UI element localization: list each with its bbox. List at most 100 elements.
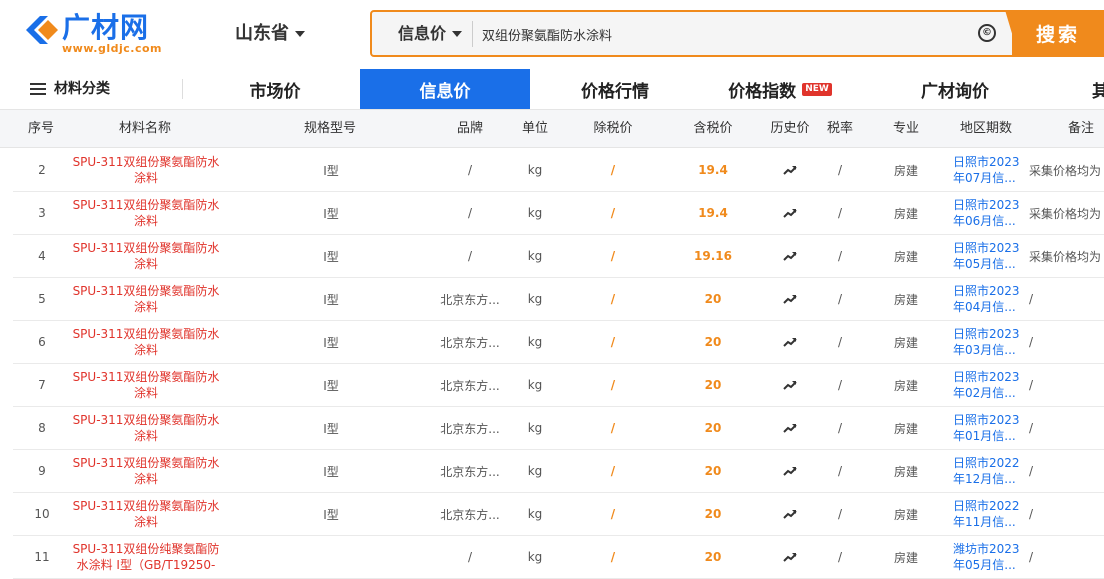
cell-history[interactable]	[762, 493, 818, 535]
col-header-note: 备注	[1068, 121, 1095, 136]
chevron-down-icon	[295, 31, 305, 37]
cell-note: /	[1029, 464, 1034, 478]
table-row: 8 SPU-311双组份聚氨酯防水涂料 Ⅰ型 北京东方... kg / 20 /…	[13, 407, 1104, 450]
tab-price-trend[interactable]: 价格行情	[545, 69, 685, 109]
cell-period-link[interactable]: 潍坊市2023年05月信...	[953, 536, 1025, 578]
cell-history[interactable]	[762, 407, 818, 449]
trend-up-icon[interactable]	[783, 423, 797, 433]
cell-history[interactable]	[762, 536, 818, 578]
cell-period-link[interactable]: 日照市2023年07月信...	[953, 149, 1025, 191]
cell-pre-tax: /	[610, 421, 616, 435]
trend-up-icon[interactable]	[783, 380, 797, 390]
cell-pre-tax: /	[610, 507, 616, 521]
main-nav: 材料分类 市场价 信息价 价格行情 价格指数 NEW 广材询价 其	[0, 69, 1104, 109]
cell-name-link[interactable]: SPU-311双组份聚氨酯防水涂料	[68, 407, 224, 449]
search-input[interactable]	[482, 18, 952, 50]
menu-icon	[30, 83, 46, 95]
cell-name-link[interactable]: SPU-311双组份聚氨酯防水涂料	[68, 192, 224, 234]
cell-history[interactable]	[762, 192, 818, 234]
tab-price-index[interactable]: 价格指数 NEW	[700, 69, 860, 109]
cell-spec: Ⅰ型	[323, 335, 339, 350]
cell-pre-tax: /	[610, 292, 616, 306]
table-row: 11 SPU-311双组份纯聚氨酯防水涂料 Ⅰ型（GB/T19250- / kg…	[13, 536, 1104, 579]
cell-name-link[interactable]: SPU-311双组份纯聚氨酯防水涂料 Ⅰ型（GB/T19250-	[68, 536, 224, 578]
cell-history[interactable]	[762, 450, 818, 492]
cell-brand: 北京东方...	[440, 507, 500, 522]
cell-spec: Ⅰ型	[323, 206, 339, 221]
cell-period-link[interactable]: 日照市2023年02月信...	[953, 364, 1025, 406]
table-header: 序号 材料名称 规格型号 品牌 单位 除税价 含税价 历史价 税率 专业 地区期…	[0, 109, 1104, 148]
cell-spec: Ⅰ型	[323, 464, 339, 479]
material-category-menu[interactable]: 材料分类	[30, 79, 110, 99]
col-header-spec: 规格型号	[303, 121, 356, 136]
cell-period-link[interactable]: 日照市2023年05月信...	[953, 235, 1025, 277]
cell-history[interactable]	[762, 235, 818, 277]
cell-history[interactable]	[762, 364, 818, 406]
cell-major: 房建	[893, 378, 918, 393]
tab-label: 信息价	[419, 81, 471, 102]
tab-other[interactable]: 其	[1080, 69, 1104, 109]
cell-no: 6	[38, 335, 46, 349]
cell-note: 采集价格均为	[1029, 163, 1102, 178]
chevron-down-icon	[452, 31, 463, 37]
trend-up-icon[interactable]	[783, 552, 797, 562]
cell-name-link[interactable]: SPU-311双组份聚氨酯防水涂料	[68, 278, 224, 320]
cell-price: 20	[704, 378, 722, 392]
trend-up-icon[interactable]	[783, 337, 797, 347]
cell-name-link[interactable]: SPU-311双组份聚氨酯防水涂料	[68, 364, 224, 406]
trend-up-icon[interactable]	[783, 251, 797, 261]
cell-note: 采集价格均为	[1029, 206, 1102, 221]
cell-pre-tax: /	[610, 378, 616, 392]
table-row: 4 SPU-311双组份聚氨酯防水涂料 Ⅰ型 / kg / 19.16 / 房建…	[13, 235, 1104, 278]
table-row: 7 SPU-311双组份聚氨酯防水涂料 Ⅰ型 北京东方... kg / 20 /…	[13, 364, 1104, 407]
cell-unit: kg	[527, 378, 543, 392]
logo[interactable]: 广材网 www.gldjc.com	[22, 10, 162, 58]
header: 广材网 www.gldjc.com 山东省 信息价 © 搜索	[0, 0, 1104, 68]
col-header-tax: 税率	[826, 121, 853, 136]
tab-market-price[interactable]: 市场价	[205, 69, 345, 109]
cell-name-link[interactable]: SPU-311双组份聚氨酯防水涂料	[68, 493, 224, 535]
cell-name-link[interactable]: SPU-311双组份聚氨酯防水涂料	[68, 149, 224, 191]
cell-pre-tax: /	[610, 464, 616, 478]
cell-period-link[interactable]: 日照市2023年01月信...	[953, 407, 1025, 449]
cell-note: /	[1029, 292, 1034, 306]
cell-unit: kg	[527, 249, 543, 263]
cell-tax: /	[837, 378, 843, 392]
trend-up-icon[interactable]	[783, 509, 797, 519]
cell-history[interactable]	[762, 321, 818, 363]
cell-price: 20	[704, 507, 722, 521]
cell-period-link[interactable]: 日照市2022年11月信...	[953, 493, 1025, 535]
search-type-selector[interactable]: 信息价	[398, 24, 463, 44]
cell-period-link[interactable]: 日照市2023年04月信...	[953, 278, 1025, 320]
trend-up-icon[interactable]	[783, 466, 797, 476]
search-button[interactable]: 搜索	[1012, 10, 1104, 57]
cell-history[interactable]	[762, 278, 818, 320]
cell-spec: Ⅰ型	[323, 163, 339, 178]
cell-history[interactable]	[762, 149, 818, 191]
tab-inquiry[interactable]: 广材询价	[880, 69, 1030, 109]
cell-name-link[interactable]: SPU-311双组份聚氨酯防水涂料	[68, 321, 224, 363]
cell-major: 房建	[893, 507, 918, 522]
cell-period-link[interactable]: 日照市2023年03月信...	[953, 321, 1025, 363]
col-header-unit: 单位	[521, 121, 548, 136]
trend-up-icon[interactable]	[783, 208, 797, 218]
cell-period-link[interactable]: 日照市2022年12月信...	[953, 450, 1025, 492]
table-row: 9 SPU-311双组份聚氨酯防水涂料 Ⅰ型 北京东方... kg / 20 /…	[13, 450, 1104, 493]
cell-note: /	[1029, 421, 1034, 435]
tab-info-price[interactable]: 信息价	[360, 69, 530, 109]
cell-name-link[interactable]: SPU-311双组份聚氨酯防水涂料	[68, 235, 224, 277]
cell-tax: /	[837, 335, 843, 349]
col-header-no: 序号	[27, 121, 54, 136]
cell-major: 房建	[893, 249, 918, 264]
trend-up-icon[interactable]	[783, 294, 797, 304]
trend-up-icon[interactable]	[783, 165, 797, 175]
cell-name-link[interactable]: SPU-311双组份聚氨酯防水涂料	[68, 450, 224, 492]
cell-period-link[interactable]: 日照市2023年06月信...	[953, 192, 1025, 234]
cell-tax: /	[837, 507, 843, 521]
clear-icon[interactable]: ©	[978, 24, 996, 42]
tab-label: 广材询价	[921, 81, 989, 102]
province-selector[interactable]: 山东省	[235, 22, 305, 46]
cell-price: 19.4	[698, 163, 728, 177]
nav-divider	[182, 79, 183, 99]
new-badge: NEW	[802, 82, 832, 96]
